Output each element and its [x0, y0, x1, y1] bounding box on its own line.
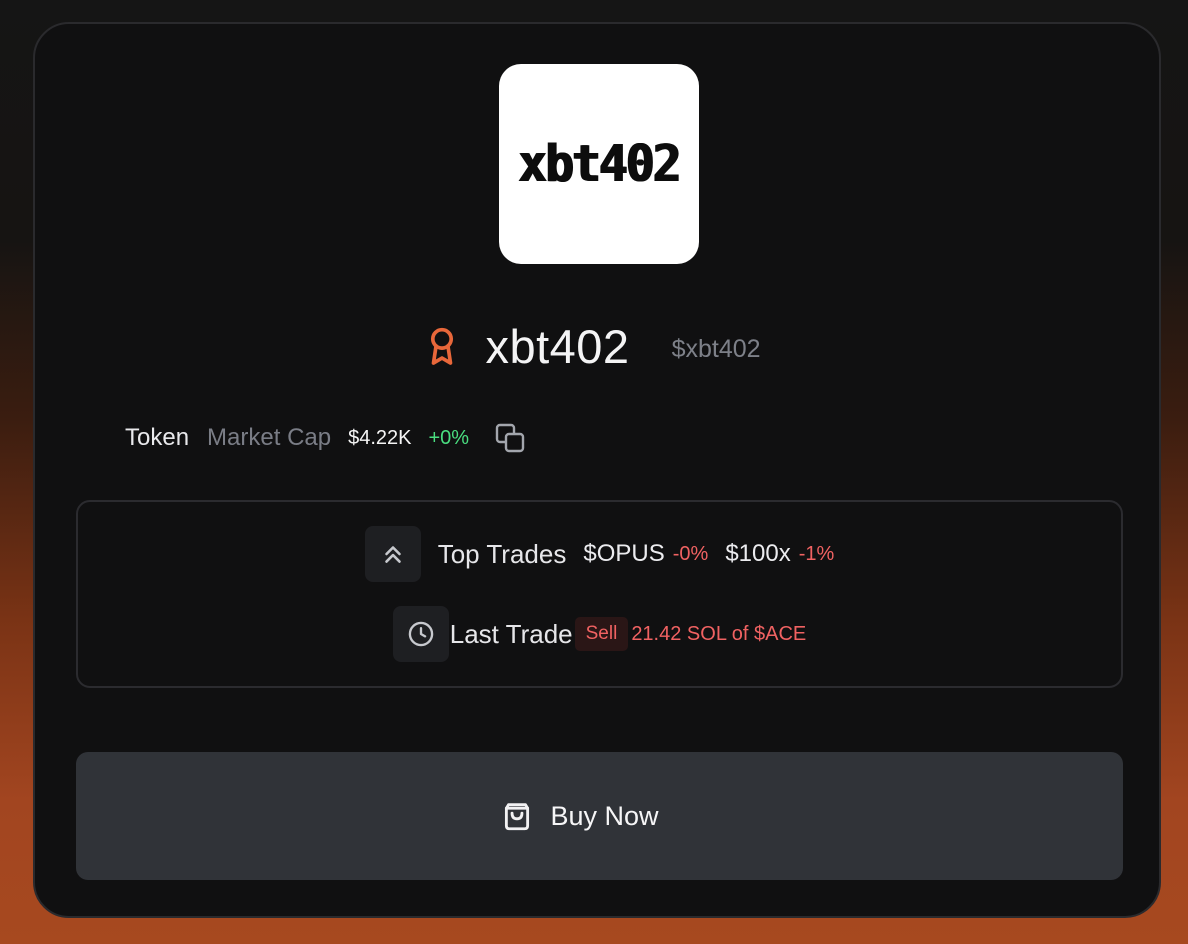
- last-trade-row: Last Trade Sell 21.42 SOL of $ACE: [78, 606, 1121, 662]
- trades-panel: Top Trades $OPUS -0% $100x -1% Last Trad…: [76, 500, 1123, 688]
- token-title-row: xbt402 $xbt402: [35, 316, 1159, 376]
- token-name: xbt402: [485, 319, 630, 373]
- market-cap-label: Market Cap: [207, 424, 332, 451]
- top-trade-change: -0%: [672, 542, 709, 565]
- last-trade-icon-chip: [392, 606, 449, 662]
- top-trades-row: Top Trades $OPUS -0% $100x -1%: [78, 526, 1121, 582]
- token-stats-row: Token Market Cap $4.22K +0%: [125, 416, 527, 460]
- top-trades-icon-chip: [364, 526, 421, 582]
- last-trade-detail: 21.42 SOL of $ACE: [631, 622, 807, 645]
- trade-side-badge: Sell: [574, 617, 629, 651]
- copy-icon: [495, 423, 525, 453]
- top-trade-ticker[interactable]: $OPUS: [583, 540, 664, 568]
- chevrons-up-icon: [384, 546, 401, 563]
- top-trade-change: -1%: [798, 542, 835, 565]
- token-card: xbt402 xbt402 $xbt402 Token Market Cap $…: [33, 22, 1161, 918]
- top-trades-label: Top Trades: [437, 538, 567, 569]
- buy-now-label: Buy Now: [550, 800, 659, 831]
- shopping-bag-icon: [505, 803, 530, 831]
- award-icon: [431, 327, 454, 365]
- clock-icon: [408, 621, 434, 647]
- market-cap-value: $4.22K: [348, 426, 412, 449]
- copy-button[interactable]: [493, 421, 527, 455]
- token-logo-text: xbt402: [518, 134, 681, 194]
- market-cap-change: +0%: [428, 426, 470, 449]
- buy-now-button[interactable]: Buy Now: [76, 752, 1123, 880]
- top-trade-ticker[interactable]: $100x: [725, 540, 790, 568]
- last-trade-label: Last Trade: [449, 618, 573, 649]
- token-label: Token: [125, 424, 190, 451]
- token-logo: xbt402: [499, 64, 699, 264]
- token-ticker: $xbt402: [671, 334, 761, 363]
